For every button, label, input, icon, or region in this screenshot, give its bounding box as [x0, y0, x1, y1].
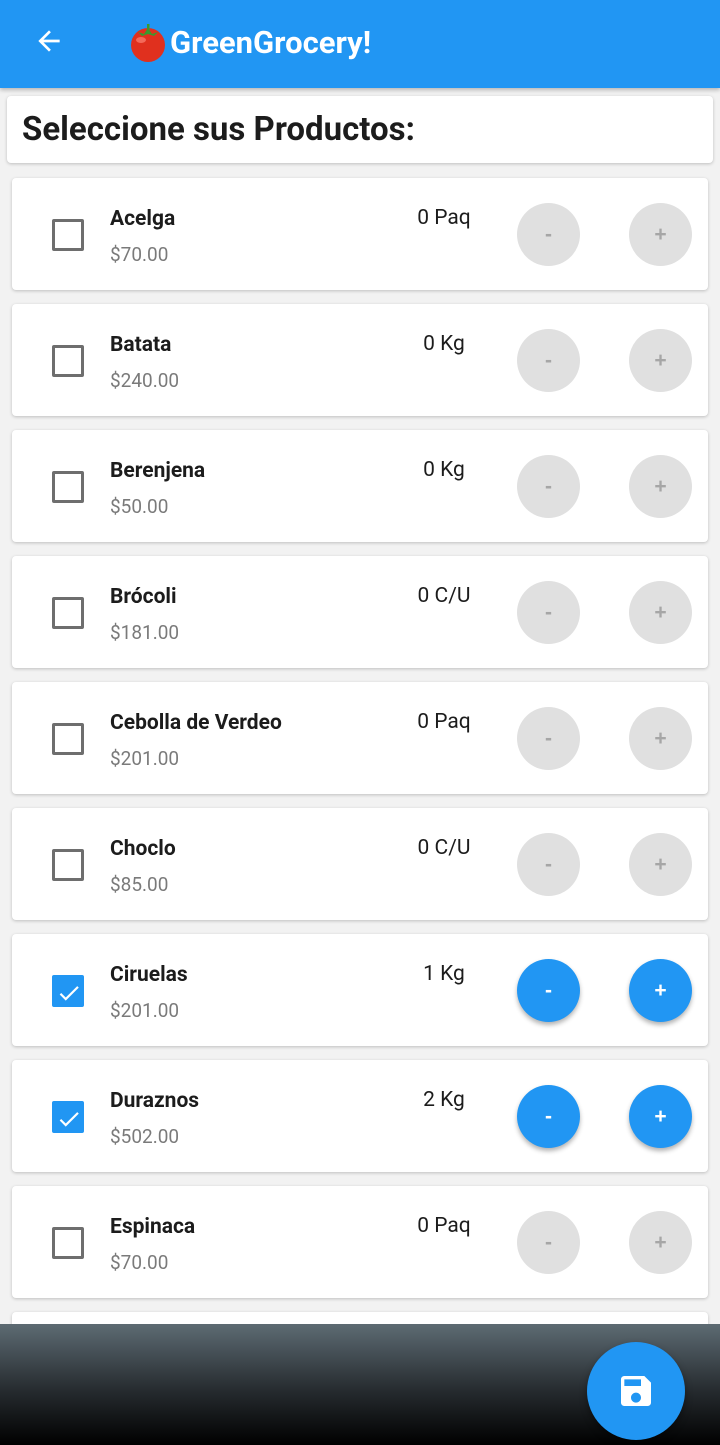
product-name: Batata	[110, 333, 172, 357]
decrease-button[interactable]: -	[517, 1085, 580, 1148]
product-price: $201.00	[110, 747, 180, 770]
section-header: Seleccione sus Productos:	[7, 96, 713, 163]
product-price: $502.00	[110, 1125, 180, 1148]
increase-button[interactable]: +	[629, 329, 692, 392]
product-checkbox[interactable]	[52, 1101, 84, 1133]
product-row: Brócoli $181.00 0 C/U - +	[12, 556, 708, 668]
product-price: $70.00	[110, 243, 169, 266]
save-fab-button[interactable]	[587, 1342, 685, 1440]
decrease-button[interactable]: -	[517, 329, 580, 392]
product-quantity: 0 Paq	[417, 206, 471, 230]
decrease-button[interactable]: -	[517, 707, 580, 770]
product-checkbox[interactable]	[52, 471, 84, 503]
product-quantity: 2 Kg	[423, 1088, 465, 1112]
product-checkbox[interactable]	[52, 597, 84, 629]
product-price: $70.00	[110, 1251, 169, 1274]
decrease-button[interactable]: -	[517, 959, 580, 1022]
product-name: Brócoli	[110, 585, 177, 609]
product-row: Acelga $70.00 0 Paq - +	[12, 178, 708, 290]
arrow-left-icon	[38, 30, 60, 52]
product-quantity: 0 Kg	[423, 332, 465, 356]
decrease-button[interactable]: -	[517, 833, 580, 896]
decrease-button[interactable]: -	[517, 1211, 580, 1274]
decrease-button[interactable]: -	[517, 455, 580, 518]
app-title-text: GreenGrocery!	[170, 23, 372, 61]
increase-button[interactable]: +	[629, 959, 692, 1022]
product-price: $181.00	[110, 621, 180, 644]
product-quantity: 0 Kg	[423, 458, 465, 482]
decrease-button[interactable]: -	[517, 581, 580, 644]
product-checkbox[interactable]	[52, 849, 84, 881]
tomato-icon	[131, 24, 165, 62]
save-icon	[621, 1376, 651, 1406]
increase-button[interactable]: +	[629, 455, 692, 518]
product-name: Ciruelas	[110, 963, 188, 987]
product-name: Acelga	[110, 207, 176, 231]
product-row: Espinaca $70.00 0 Paq - +	[12, 1186, 708, 1298]
product-quantity: 0 C/U	[417, 836, 471, 860]
product-name: Berenjena	[110, 459, 206, 483]
check-icon	[59, 1112, 79, 1127]
increase-button[interactable]: +	[629, 1211, 692, 1274]
product-price: $240.00	[110, 369, 180, 392]
increase-button[interactable]: +	[629, 833, 692, 896]
product-quantity: 0 Paq	[417, 1214, 471, 1238]
page-title: Seleccione sus Productos:	[22, 110, 415, 149]
product-row: Cebolla de Verdeo $201.00 0 Paq - +	[12, 682, 708, 794]
product-row: Batata $240.00 0 Kg - +	[12, 304, 708, 416]
product-name: Cebolla de Verdeo	[110, 711, 282, 735]
product-price: $201.00	[110, 999, 180, 1022]
increase-button[interactable]: +	[629, 581, 692, 644]
product-price: $85.00	[110, 873, 169, 896]
product-checkbox[interactable]	[52, 219, 84, 251]
product-row: Choclo $85.00 0 C/U - +	[12, 808, 708, 920]
product-quantity: 1 Kg	[423, 962, 465, 986]
product-name: Choclo	[110, 837, 176, 861]
product-row: Duraznos $502.00 2 Kg - +	[12, 1060, 708, 1172]
product-quantity: 0 C/U	[417, 584, 471, 608]
back-button[interactable]	[26, 18, 72, 64]
product-checkbox[interactable]	[52, 345, 84, 377]
increase-button[interactable]: +	[629, 1085, 692, 1148]
check-icon	[59, 986, 79, 1001]
product-checkbox[interactable]	[52, 1227, 84, 1259]
increase-button[interactable]: +	[629, 203, 692, 266]
product-price: $50.00	[110, 495, 169, 518]
app-title: GreenGrocery!	[126, 20, 371, 64]
product-name: Duraznos	[110, 1089, 200, 1113]
product-quantity: 0 Paq	[417, 710, 471, 734]
product-row: Ciruelas $201.00 1 Kg - +	[12, 934, 708, 1046]
product-list: Acelga $70.00 0 Paq - + Batata $240.00 0…	[12, 178, 708, 1386]
increase-button[interactable]: +	[629, 707, 692, 770]
product-checkbox[interactable]	[52, 723, 84, 755]
product-row: Berenjena $50.00 0 Kg - +	[12, 430, 708, 542]
product-checkbox[interactable]	[52, 975, 84, 1007]
app-bar: GreenGrocery!	[0, 0, 720, 88]
decrease-button[interactable]: -	[517, 203, 580, 266]
product-name: Espinaca	[110, 1215, 196, 1239]
